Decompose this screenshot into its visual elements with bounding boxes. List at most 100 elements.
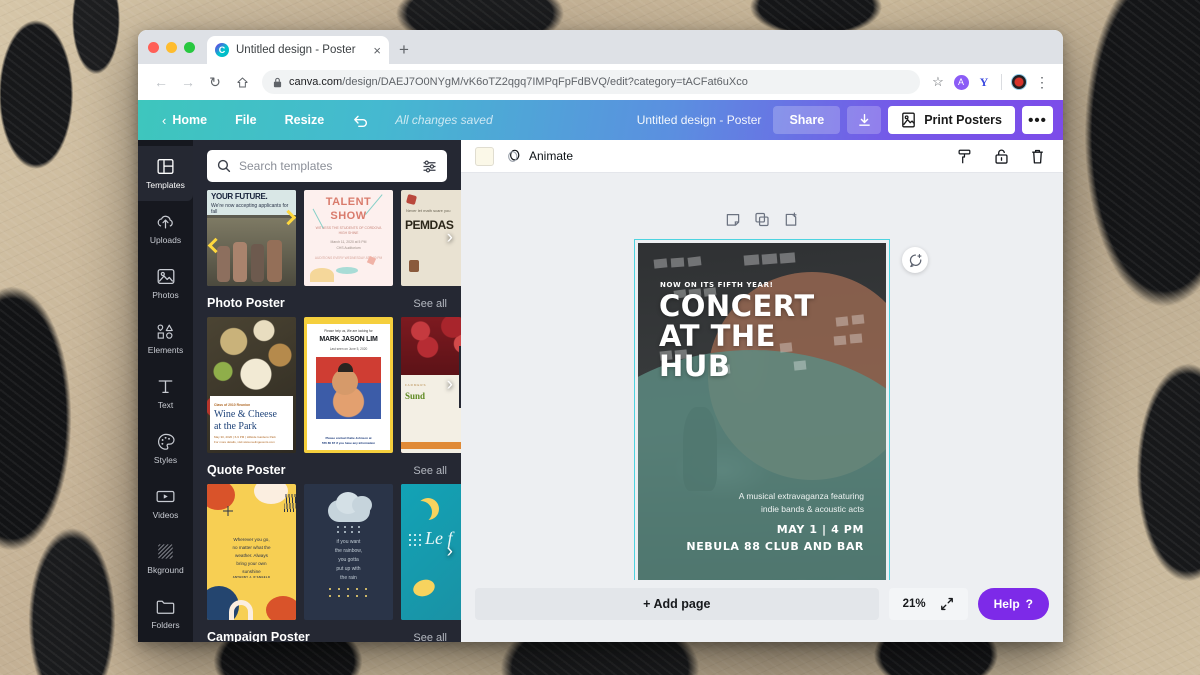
carousel-next-icon[interactable]: › [447,227,453,249]
extension-purple-icon[interactable]: A [950,71,972,93]
poster-title-line-3: HUB [659,349,731,384]
section-photo-poster-header: Photo Poster See all [193,286,461,317]
lock-icon[interactable] [989,144,1013,168]
comment-icon[interactable] [902,247,928,273]
trash-icon[interactable] [1025,144,1049,168]
background-icon [157,542,174,561]
sidebar-item-folders[interactable]: Folders [138,586,193,641]
editor-area: Animate NOW ON ITS FIFTH YEAR! CONCERT A… [461,140,1063,642]
template-eyebrow: FARMERS [405,383,427,387]
color-swatch-button[interactable] [475,146,494,166]
poster-selection-frame[interactable]: NOW ON ITS FIFTH YEAR! CONCERT AT THE HU… [634,239,890,580]
help-button[interactable]: Help ? [977,588,1049,620]
tab-close-icon[interactable]: × [373,44,381,57]
canvas-area[interactable]: NOW ON ITS FIFTH YEAR! CONCERT AT THE HU… [461,173,1063,580]
browser-menu-icon[interactable]: ⋮ [1031,71,1053,93]
copy-style-icon[interactable] [953,144,977,168]
sidebar-item-photos[interactable]: Photos [138,256,193,311]
element-toolbar: Animate [461,140,1063,173]
templates-panel: Search templates YOUR FUTURE. We're now … [193,140,461,642]
collapse-panel-button[interactable]: ‹ [459,346,461,408]
text-icon [157,377,174,396]
template-thumb[interactable]: TALENT SHOW WITNESS THE STUDENTS OF CORD… [304,190,393,286]
sidebar-item-templates[interactable]: Templates [138,146,193,201]
poster-date: MAY 1 | 4 PM [776,522,864,536]
duplicate-icon[interactable] [755,212,770,227]
home-label: Home [172,113,208,127]
file-menu[interactable]: File [221,113,271,127]
notes-icon[interactable] [726,212,741,227]
carousel-next-icon[interactable]: › [447,541,453,563]
template-thumb[interactable]: Class of 2010 Reunion Wine & Cheese at t… [207,317,296,453]
editor-bottom-bar: + Add page 21% Help ? [461,580,1063,642]
section-title: Photo Poster [207,296,285,310]
template-sub: Last seen on June 5, 2020 [329,347,368,351]
template-thumb[interactable]: if you want the rainbow, you gotta put u… [304,484,393,620]
home-icon[interactable] [229,69,255,95]
filters-icon[interactable] [422,159,437,174]
bookmark-star-icon[interactable]: ☆ [927,71,949,93]
close-window-button[interactable] [148,41,159,53]
search-templates-input[interactable]: Search templates [207,150,447,182]
see-all-link[interactable]: See all [413,298,447,310]
sidebar-item-text[interactable]: Text [138,366,193,421]
photo-icon [157,267,175,286]
see-all-link[interactable]: See all [413,632,447,642]
back-icon[interactable]: ← [148,69,174,95]
zoom-level: 21% [902,598,926,610]
print-label: Print Posters [924,113,1002,127]
poster-details[interactable]: MAY 1 | 4 PM NEBULA 88 CLUB AND BAR [686,521,864,556]
sidebar-item-uploads[interactable]: Uploads [138,201,193,256]
template-title: MARK JASON LIM [319,336,378,343]
add-page-icon[interactable] [784,212,799,227]
section-title: Quote Poster [207,463,286,477]
home-button[interactable]: ‹ Home [148,113,221,128]
see-all-link[interactable]: See all [413,465,447,477]
zoom-control[interactable]: 21% [888,588,968,620]
sidebar-item-elements[interactable]: Elements [138,311,193,366]
template-eyebrow: Please help us, We are looking for [324,329,373,333]
undo-button[interactable] [338,113,383,128]
sidebar-item-styles[interactable]: Styles [138,421,193,476]
poster-kicker[interactable]: NOW ON ITS FIFTH YEAR! [660,281,773,289]
poster-page-wrapper: NOW ON ITS FIFTH YEAR! CONCERT AT THE HU… [634,239,928,580]
add-page-button[interactable]: + Add page [475,588,879,620]
reload-icon[interactable]: ↻ [202,69,228,95]
avatar[interactable] [1008,71,1030,93]
poster-design[interactable]: NOW ON ITS FIFTH YEAR! CONCERT AT THE HU… [638,243,886,580]
sidebar-item-label: Styles [153,455,178,465]
expand-icon[interactable] [940,597,954,611]
more-options-button[interactable]: ••• [1022,106,1053,134]
share-button[interactable]: Share [773,106,841,134]
browser-tab[interactable]: C Untitled design - Poster × [207,36,389,64]
upload-cloud-icon [156,212,175,231]
template-thumb[interactable]: Please help us, We are looking for MARK … [304,317,393,453]
print-posters-button[interactable]: Print Posters [888,106,1015,134]
address-bar[interactable]: canva.com/design/DAEJ7O0NYgM/vK6oTZ2qgq7… [262,70,920,94]
sidebar-item-videos[interactable]: Videos [138,476,193,531]
new-tab-button[interactable]: + [399,40,409,60]
minimize-window-button[interactable] [166,41,177,53]
template-row-photo: Class of 2010 Reunion Wine & Cheese at t… [193,317,461,453]
page-tools [726,212,799,227]
template-title: Sund [405,391,426,401]
poster-title-line-2: AT THE [659,319,776,354]
template-thumb[interactable]: Wherever you go, no matter what the weat… [207,484,296,620]
resize-button[interactable]: Resize [271,113,339,127]
template-thumb[interactable]: YOUR FUTURE. We're now accepting applica… [207,190,296,286]
download-button[interactable] [847,106,882,134]
animate-button[interactable]: Animate [506,148,573,164]
poster-title[interactable]: CONCERT AT THE HUB [659,291,872,384]
folder-icon [156,597,175,616]
canva-body: Templates Uploads Photos Elements Text S… [138,140,1063,642]
document-title[interactable]: Untitled design - Poster [637,113,774,127]
url-text: canva.com/design/DAEJ7O0NYgM/vK6oTZ2qgq7… [289,76,748,88]
carousel-next-icon[interactable]: › [447,374,453,396]
section-quote-poster-header: Quote Poster See all [193,453,461,484]
poster-subtitle[interactable]: A musical extravaganza featuring indie b… [739,490,864,516]
sidebar-item-bkground[interactable]: Bkground [138,531,193,586]
extension-y-icon[interactable]: Y [973,71,995,93]
forward-icon[interactable]: → [175,69,201,95]
sidebar-item-label: Elements [147,345,184,355]
maximize-window-button[interactable] [184,41,195,53]
